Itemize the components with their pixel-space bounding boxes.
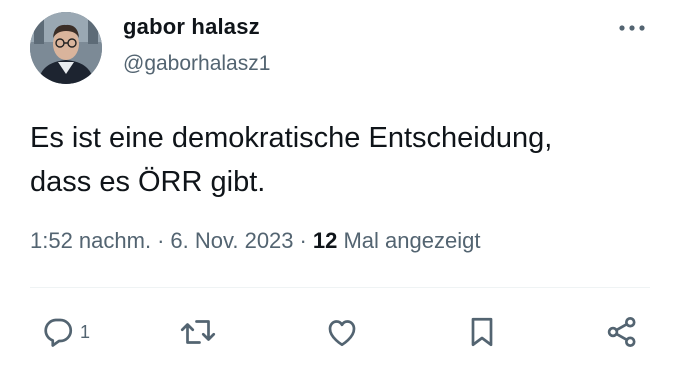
like-icon xyxy=(324,314,360,350)
reply-icon xyxy=(40,314,76,350)
views-label: Mal angezeigt xyxy=(343,228,481,253)
tweet-date[interactable]: 6. Nov. 2023 xyxy=(170,228,293,253)
share-button[interactable] xyxy=(604,314,640,350)
share-icon xyxy=(604,314,640,350)
avatar[interactable] xyxy=(30,12,102,84)
bookmark-icon xyxy=(464,314,500,350)
tweet-card: gabor halasz @gaborhalasz1 Es ist eine d… xyxy=(0,0,680,384)
tweet-text-line: dass es ÖRR gibt. xyxy=(30,166,266,198)
author-handle[interactable]: @gaborhalasz1 xyxy=(123,52,270,76)
retweet-icon xyxy=(178,314,218,350)
tweet-text: Es ist eine demokratische Entscheidung, … xyxy=(30,116,650,204)
like-button[interactable] xyxy=(324,314,360,350)
meta-separator: · xyxy=(157,228,165,253)
view-count: 12 xyxy=(312,228,338,253)
more-options-icon[interactable] xyxy=(614,18,650,38)
tweet-text-line: Es ist eine demokratische Entscheidung, xyxy=(30,122,553,154)
author-name[interactable]: gabor halasz xyxy=(123,14,260,40)
divider xyxy=(30,287,650,288)
tweet-meta: 1:52 nachm. · 6. Nov. 2023 · 12 Mal angezeig… xyxy=(30,228,480,254)
reply-count: 1 xyxy=(80,321,91,342)
tweet-time[interactable]: 1:52 nachm. xyxy=(30,228,151,253)
reply-button[interactable]: 1 xyxy=(40,314,90,350)
retweet-button[interactable] xyxy=(178,314,218,350)
bookmark-button[interactable] xyxy=(464,314,500,350)
meta-separator: · xyxy=(299,228,307,253)
